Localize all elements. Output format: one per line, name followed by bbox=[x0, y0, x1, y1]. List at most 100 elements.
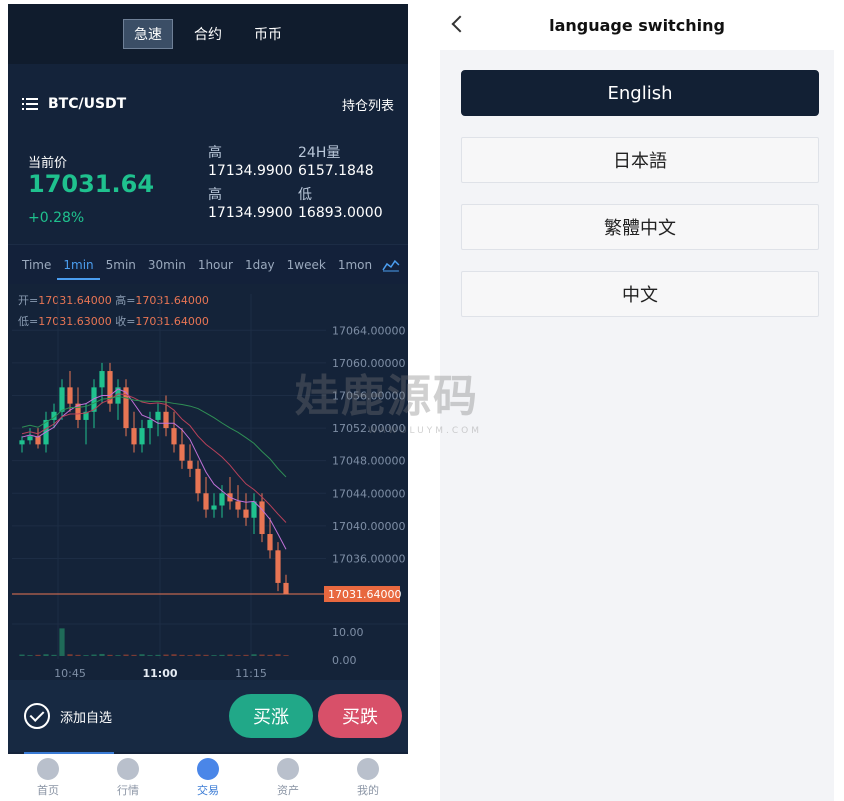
buy-up-button[interactable]: 买涨 bbox=[229, 694, 313, 738]
stat-high: 高 17134.9900 bbox=[208, 144, 293, 180]
volume-bar bbox=[275, 654, 281, 656]
volume-bar bbox=[147, 655, 153, 656]
nav-assets-label: 资产 bbox=[277, 783, 299, 797]
add-favorite[interactable]: 添加自选 bbox=[24, 703, 112, 729]
price-change: +0.28% bbox=[28, 210, 85, 226]
current-price-label: 当前价 bbox=[28, 156, 68, 171]
volume-bar bbox=[211, 655, 217, 656]
volume-bar bbox=[267, 654, 273, 656]
candle-body bbox=[123, 387, 129, 429]
nav-assets[interactable]: 资产 bbox=[248, 754, 328, 801]
candle-body bbox=[27, 436, 33, 441]
language-english[interactable]: English bbox=[461, 70, 819, 116]
positions-link[interactable]: 持仓列表 bbox=[342, 95, 394, 114]
volume-bar bbox=[99, 653, 105, 656]
market-icon bbox=[117, 757, 139, 780]
period-time[interactable]: Time bbox=[16, 250, 57, 280]
nav-market-label: 行情 bbox=[117, 783, 139, 797]
language-japanese[interactable]: 日本語 bbox=[461, 137, 819, 183]
pair-selector[interactable]: BTC/USDT bbox=[22, 96, 126, 112]
period-1hour[interactable]: 1hour bbox=[192, 250, 239, 280]
language-chinese[interactable]: 中文 bbox=[461, 271, 819, 317]
candle-body bbox=[131, 428, 137, 445]
nav-profile[interactable]: 我的 bbox=[328, 754, 408, 801]
language-header: language switching bbox=[440, 0, 834, 50]
candle-body bbox=[155, 411, 161, 420]
volume-bar bbox=[131, 654, 137, 656]
candle-body bbox=[267, 534, 273, 551]
candle-body bbox=[275, 550, 281, 583]
tab-spot[interactable]: 币币 bbox=[243, 19, 293, 49]
candle-body bbox=[67, 387, 73, 404]
period-1mon[interactable]: 1mon bbox=[332, 250, 378, 280]
volume-bar bbox=[75, 654, 81, 656]
pair-name: BTC/USDT bbox=[48, 96, 127, 112]
stat-low-label: 低 bbox=[298, 187, 312, 203]
volume-bar bbox=[123, 654, 129, 656]
volume-bar bbox=[35, 654, 41, 656]
period-1day[interactable]: 1day bbox=[239, 250, 281, 280]
volume-bar bbox=[251, 654, 257, 656]
volume-bar bbox=[243, 654, 249, 656]
trade-icon bbox=[197, 757, 219, 780]
period-30min[interactable]: 30min bbox=[142, 250, 192, 280]
stat-high-2: 高 17134.9900 bbox=[208, 186, 293, 222]
volume-bar bbox=[115, 655, 121, 656]
wallet-icon bbox=[277, 757, 299, 780]
time-tick: 10:45 bbox=[54, 667, 86, 680]
list-icon[interactable] bbox=[22, 98, 38, 110]
tab-contract[interactable]: 合约 bbox=[183, 19, 233, 49]
price-tick: 17036.00000 bbox=[332, 552, 405, 565]
volume-bar bbox=[67, 654, 73, 656]
language-screen: language switching English 日本語 繁體中文 中文 bbox=[440, 0, 834, 801]
chart-type-icon[interactable] bbox=[382, 258, 400, 272]
candle-body bbox=[59, 387, 65, 412]
candle-body bbox=[171, 428, 177, 445]
stat-high2-value: 17134.9900 bbox=[208, 205, 293, 221]
kline-chart[interactable]: 开=17031.64000 高=17031.64000 低=17031.6300… bbox=[8, 284, 408, 680]
volume-bar bbox=[43, 654, 49, 656]
candle-body bbox=[139, 428, 145, 445]
volume-bar bbox=[227, 654, 233, 656]
nav-home-label: 首页 bbox=[37, 783, 59, 797]
nav-home[interactable]: 首页 bbox=[8, 754, 88, 801]
candle-body bbox=[99, 371, 105, 388]
stat-volume-value: 6157.1848 bbox=[298, 163, 374, 179]
volume-bar bbox=[107, 654, 113, 656]
period-1min[interactable]: 1min bbox=[57, 250, 100, 280]
candle-body bbox=[19, 440, 25, 445]
candle-body bbox=[179, 444, 185, 461]
price-tick: 17064.00000 bbox=[332, 324, 405, 337]
pair-bar: BTC/USDT 持仓列表 bbox=[8, 64, 408, 144]
language-traditional-chinese[interactable]: 繁體中文 bbox=[461, 204, 819, 250]
volume-bar bbox=[179, 654, 185, 656]
volume-bar bbox=[219, 654, 225, 656]
page-title: language switching bbox=[549, 16, 725, 35]
period-5min[interactable]: 5min bbox=[100, 250, 142, 280]
stat-high-value: 17134.9900 bbox=[208, 163, 293, 179]
volume-bar bbox=[51, 654, 57, 656]
period-1week[interactable]: 1week bbox=[281, 250, 332, 280]
candle-body bbox=[195, 468, 201, 494]
watermark-sub: WAWULUYM.COM bbox=[368, 426, 482, 436]
volume-bar bbox=[139, 654, 145, 656]
buy-down-button[interactable]: 买跌 bbox=[318, 694, 402, 738]
stat-volume-label: 24H量 bbox=[298, 145, 341, 161]
candle-body bbox=[219, 493, 225, 506]
check-circle-icon[interactable] bbox=[24, 703, 50, 729]
candlestick-svg: 17064.0000017060.0000017056.0000017052.0… bbox=[12, 294, 408, 680]
volume-bar bbox=[187, 655, 193, 656]
add-favorite-label: 添加自选 bbox=[60, 710, 113, 726]
current-price: 17031.64 bbox=[28, 170, 155, 198]
action-bar: 添加自选 买涨 买跌 bbox=[8, 680, 408, 752]
stat-volume: 24H量 6157.1848 bbox=[298, 144, 374, 180]
nav-market[interactable]: 行情 bbox=[88, 754, 168, 801]
candle-body bbox=[147, 419, 153, 429]
volume-bar bbox=[195, 654, 201, 656]
volume-tick: 0.00 bbox=[332, 654, 357, 667]
candle-body bbox=[235, 501, 241, 510]
nav-trade[interactable]: 交易 bbox=[168, 754, 248, 801]
volume-bar bbox=[19, 654, 25, 656]
tab-fast[interactable]: 急速 bbox=[123, 19, 173, 49]
candle-body bbox=[187, 460, 193, 469]
